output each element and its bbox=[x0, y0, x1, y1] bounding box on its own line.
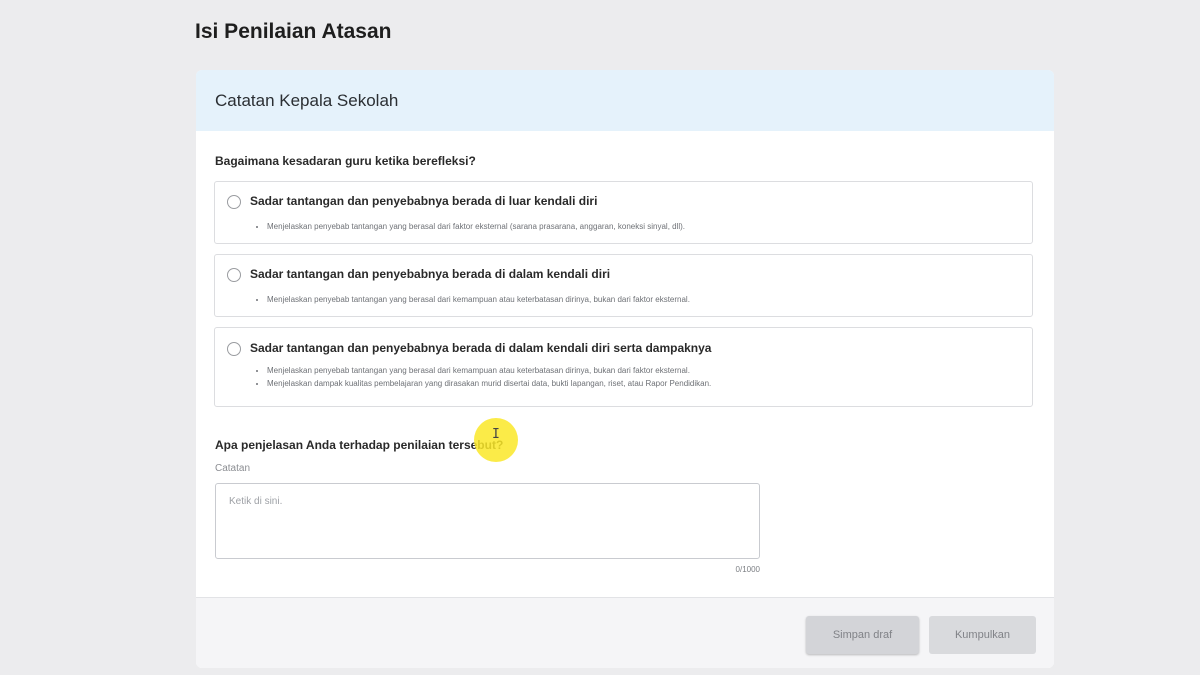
option-description: Menjelaskan penyebab tantangan yang bera… bbox=[267, 364, 711, 377]
card-header-title: Catatan Kepala Sekolah bbox=[215, 90, 399, 110]
option-description: Menjelaskan penyebab tantangan yang bera… bbox=[267, 293, 690, 306]
option-description-list: Menjelaskan penyebab tantangan yang bera… bbox=[257, 293, 690, 306]
option-label[interactable]: Sadar tantangan dan penyebabnya berada d… bbox=[250, 341, 711, 355]
question-reflection-awareness: Bagaimana kesadaran guru ketika bereflek… bbox=[215, 154, 476, 168]
option-label[interactable]: Sadar tantangan dan penyebabnya berada d… bbox=[250, 267, 610, 281]
page-title: Isi Penilaian Atasan bbox=[195, 20, 392, 43]
radio-button-icon[interactable] bbox=[227, 342, 241, 356]
option-description: Menjelaskan dampak kualitas pembelajaran… bbox=[267, 377, 711, 390]
card-footer: Simpan draf Kumpulkan bbox=[196, 597, 1054, 668]
question-explanation: Apa penjelasan Anda terhadap penilaian t… bbox=[215, 438, 504, 452]
option-inside-control[interactable]: Sadar tantangan dan penyebabnya berada d… bbox=[214, 254, 1033, 317]
option-description-list: Menjelaskan penyebab tantangan yang bera… bbox=[257, 220, 685, 233]
save-draft-button[interactable]: Simpan draf bbox=[806, 616, 919, 654]
notes-textarea[interactable] bbox=[215, 483, 760, 559]
submit-button[interactable]: Kumpulkan bbox=[929, 616, 1036, 654]
option-description-list: Menjelaskan penyebab tantangan yang bera… bbox=[257, 364, 711, 390]
option-inside-control-with-impact[interactable]: Sadar tantangan dan penyebabnya berada d… bbox=[214, 327, 1033, 407]
option-label[interactable]: Sadar tantangan dan penyebabnya berada d… bbox=[250, 194, 597, 208]
char-counter: 0/1000 bbox=[735, 565, 760, 574]
option-outside-control[interactable]: Sadar tantangan dan penyebabnya berada d… bbox=[214, 181, 1033, 244]
radio-button-icon[interactable] bbox=[227, 195, 241, 209]
notes-label: Catatan bbox=[215, 463, 251, 474]
radio-button-icon[interactable] bbox=[227, 268, 241, 282]
card-header: Catatan Kepala Sekolah bbox=[196, 70, 1054, 131]
assessment-card: Catatan Kepala Sekolah Bagaimana kesadar… bbox=[196, 70, 1054, 668]
option-description: Menjelaskan penyebab tantangan yang bera… bbox=[267, 220, 685, 233]
